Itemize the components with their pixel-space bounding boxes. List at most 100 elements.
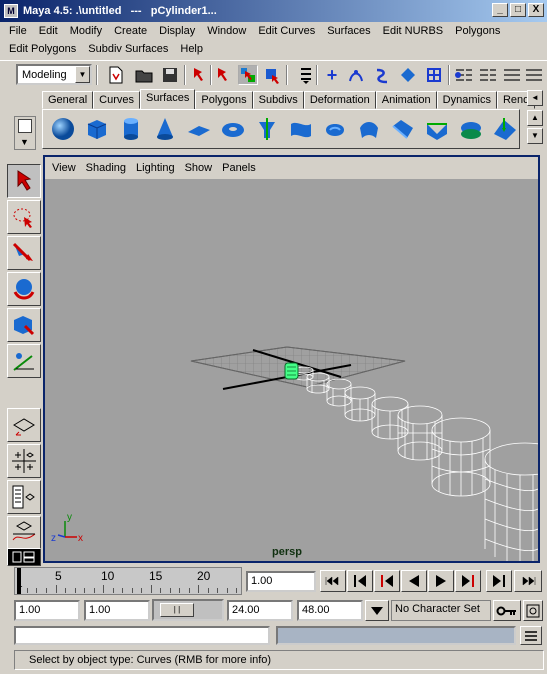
nurbs-cone-icon[interactable] (151, 115, 179, 143)
lasso-tool-icon[interactable] (7, 200, 41, 234)
cylinder-3[interactable] (326, 378, 352, 407)
shelf-scroll-up-icon[interactable]: ▲ (527, 110, 543, 126)
panel-menu-panels[interactable]: Panels (217, 162, 261, 174)
new-scene-icon[interactable] (106, 65, 126, 85)
manipulator-tool-icon[interactable] (7, 344, 41, 378)
auto-key-icon[interactable] (493, 600, 521, 621)
menu-set-dropdown[interactable]: Modeling ▼ (16, 64, 92, 85)
cylinder-4[interactable] (344, 386, 376, 422)
cylinder-array[interactable] (294, 366, 538, 561)
shelf-tab-deformation[interactable]: Deformation (303, 91, 376, 109)
select-by-type-icon[interactable] (262, 65, 282, 85)
play-forwards-icon[interactable] (428, 570, 454, 592)
character-set-menu-icon[interactable] (365, 600, 389, 621)
shelf-tab-dynamics[interactable]: Dynamics (436, 91, 497, 109)
step-forward-key-icon[interactable] (486, 570, 512, 592)
menu-modify[interactable]: Modify (64, 25, 108, 37)
snap-grid-icon[interactable]: + (322, 65, 342, 85)
character-set-field[interactable]: No Character Set (391, 600, 491, 621)
trim-icon[interactable] (457, 115, 485, 143)
save-scene-icon[interactable] (160, 65, 180, 85)
make-live-icon[interactable] (424, 65, 444, 85)
time-slider[interactable]: 1 5 10 15 20 (14, 567, 242, 595)
perspective-viewport[interactable]: View Shading Lighting Show Panels y x z … (43, 155, 540, 563)
nurbs-cylinder-icon[interactable] (117, 115, 145, 143)
scale-tool-icon[interactable] (7, 308, 41, 342)
render-icon[interactable] (524, 65, 544, 85)
shelf-scroll-down-icon[interactable]: ▼ (527, 128, 543, 144)
panel-menu-lighting[interactable]: Lighting (131, 162, 180, 174)
menu-edit-nurbs[interactable]: Edit NURBS (377, 25, 450, 37)
animation-preferences-icon[interactable] (523, 600, 543, 621)
select-hierarchy-icon[interactable] (190, 65, 210, 85)
output-history-icon[interactable] (478, 65, 498, 85)
shelf-tab-polygons[interactable]: Polygons (195, 91, 253, 109)
graph-layout-icon[interactable] (7, 516, 41, 550)
boundary-icon[interactable] (423, 115, 451, 143)
step-back-frame-icon[interactable] (374, 570, 400, 592)
cylinder-8[interactable] (484, 442, 538, 561)
menu-create[interactable]: Create (108, 25, 153, 37)
step-forward-frame-icon[interactable] (455, 570, 481, 592)
menu-edit[interactable]: Edit (33, 25, 64, 37)
select-tool-icon[interactable] (7, 164, 41, 198)
nurbs-sphere-icon[interactable] (49, 115, 77, 143)
cylinder-6[interactable] (397, 405, 443, 461)
shelf-tab-subdivs[interactable]: Subdivs (252, 91, 304, 109)
close-button[interactable]: X (528, 3, 544, 17)
play-backwards-icon[interactable] (401, 570, 427, 592)
four-view-layout-icon[interactable] (7, 444, 41, 478)
range-slider[interactable]: | | (152, 599, 224, 621)
minimize-button[interactable]: _ (492, 3, 508, 17)
hypershade-layout-icon[interactable] (7, 548, 41, 566)
chevron-down-icon[interactable]: ▼ (75, 66, 90, 83)
single-perspective-layout-icon[interactable] (7, 408, 41, 442)
shelf-tab-general[interactable]: General (42, 91, 94, 109)
shelf-tab-scroll-left-icon[interactable]: ◄ (527, 90, 543, 106)
shelf-tab-curves[interactable]: Curves (93, 91, 140, 109)
menu-display[interactable]: Display (153, 25, 201, 37)
menu-window[interactable]: Window (201, 25, 252, 37)
outliner-layout-icon[interactable] (7, 480, 41, 514)
nurbs-torus-icon[interactable] (219, 115, 247, 143)
extrude-icon[interactable] (355, 115, 383, 143)
shelf-options[interactable]: ▼ (14, 116, 36, 150)
rotate-tool-icon[interactable] (7, 272, 41, 306)
revolve-icon[interactable] (253, 115, 281, 143)
menu-edit-polygons[interactable]: Edit Polygons (3, 43, 82, 55)
menu-file[interactable]: File (3, 25, 33, 37)
birail-icon[interactable] (389, 115, 417, 143)
range-slider-handle[interactable]: | | (160, 603, 194, 617)
panel-menu-show[interactable]: Show (180, 162, 218, 174)
project-curve-icon[interactable] (491, 115, 519, 143)
shelf-tab-animation[interactable]: Animation (375, 91, 437, 109)
panel-menu-shading[interactable]: Shading (81, 162, 131, 174)
snap-view-plane-icon[interactable] (398, 65, 418, 85)
scene-canvas[interactable]: y x z (45, 179, 538, 561)
command-line-input[interactable] (14, 626, 270, 645)
mask-menu-icon[interactable] (296, 65, 316, 85)
menu-subdiv-surfaces[interactable]: Subdiv Surfaces (82, 43, 174, 55)
current-frame-field[interactable]: 1.00 (246, 571, 316, 592)
nurbs-plane-icon[interactable] (185, 115, 213, 143)
move-tool-icon[interactable] (7, 236, 41, 270)
shelf-tab-surfaces[interactable]: Surfaces (139, 89, 196, 110)
loft-icon[interactable] (287, 115, 315, 143)
construction-history-icon[interactable] (502, 65, 522, 85)
cylinder-7[interactable] (431, 417, 491, 497)
select-component-icon[interactable] (238, 65, 258, 85)
menu-polygons[interactable]: Polygons (449, 25, 506, 37)
menu-edit-curves[interactable]: Edit Curves (252, 25, 321, 37)
playback-start-field[interactable]: 1.00 (84, 600, 150, 621)
select-object-icon[interactable] (214, 65, 234, 85)
menu-help[interactable]: Help (174, 43, 209, 55)
snap-point-icon[interactable] (372, 65, 392, 85)
animation-end-field[interactable]: 48.00 (297, 600, 363, 621)
animation-start-field[interactable]: 1.00 (14, 600, 80, 621)
panel-menu-view[interactable]: View (47, 162, 81, 174)
nurbs-cube-icon[interactable] (83, 115, 111, 143)
selected-cylinder[interactable] (284, 362, 299, 380)
go-to-end-icon[interactable] (514, 570, 542, 592)
snap-curve-icon[interactable] (346, 65, 366, 85)
planar-icon[interactable] (321, 115, 349, 143)
